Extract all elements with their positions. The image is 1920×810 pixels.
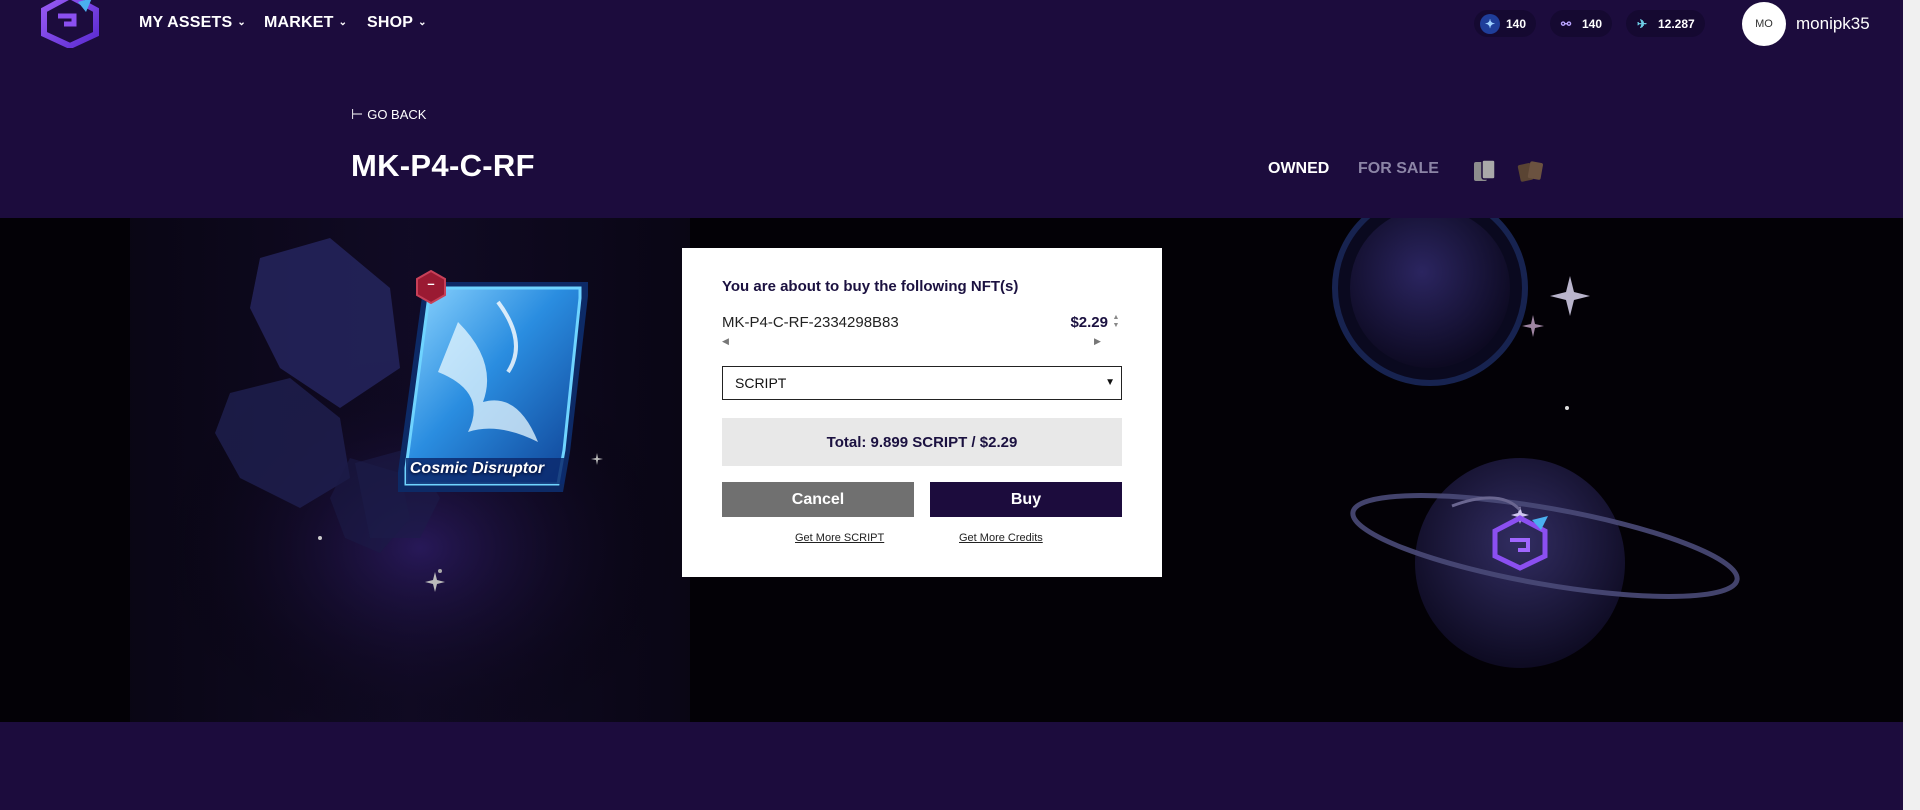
page-title: MK-P4-C-RF xyxy=(351,148,535,183)
total-summary: Total: 9.899 SCRIPT / $2.29 xyxy=(722,418,1122,466)
nft-card-name: Cosmic Disruptor xyxy=(409,460,545,477)
binoculars-icon: ⚯ xyxy=(1560,16,1572,31)
chevron-down-icon: ⌄ xyxy=(418,16,427,28)
scroll-right-icon[interactable]: ▶ xyxy=(1094,336,1101,347)
cards-view-icon[interactable] xyxy=(1470,158,1500,184)
currency-selected-value: SCRIPT xyxy=(735,375,787,391)
go-back-link[interactable]: ⊢ GO BACK xyxy=(351,106,426,123)
chevron-down-icon: ▼ xyxy=(1105,377,1115,388)
page-scrollbar[interactable] xyxy=(1903,0,1920,810)
scroll-left-icon[interactable]: ◀ xyxy=(722,336,729,347)
tab-for-sale[interactable]: FOR SALE xyxy=(1358,160,1439,178)
binoculars-value: 140 xyxy=(1582,16,1603,31)
nft-item-price: $2.29 xyxy=(1070,314,1108,331)
page-footer-area xyxy=(0,722,1903,810)
binoculars-balance[interactable]: ⚯ 140 xyxy=(1550,10,1613,37)
ticket-icon: ✈ xyxy=(1636,16,1648,31)
go-back-label: GO BACK xyxy=(367,107,427,122)
back-arrow-icon: ⊢ xyxy=(351,106,364,122)
cancel-button[interactable]: Cancel xyxy=(722,482,914,517)
energy-icon: ✦ xyxy=(1480,13,1500,34)
nft-item-row: MK-P4-C-RF-2334298B83 $2.29 ▲ ▼ xyxy=(722,314,1122,332)
nav-shop-label: SHOP xyxy=(367,14,414,31)
username[interactable]: monipk35 xyxy=(1796,14,1870,34)
nav-market-label: MARKET xyxy=(264,14,334,31)
nft-item-name: MK-P4-C-RF-2334298B83 xyxy=(722,314,899,331)
buy-button[interactable]: Buy xyxy=(930,482,1122,517)
chevron-down-icon: ⌄ xyxy=(237,16,246,28)
nav-market[interactable]: MARKET ⌄ xyxy=(264,14,347,32)
tab-owned[interactable]: OWNED xyxy=(1268,160,1329,178)
nav-my-assets-label: MY ASSETS xyxy=(139,14,233,31)
chevron-down-icon: ⌄ xyxy=(338,16,348,28)
energy-value: 140 xyxy=(1506,16,1527,31)
get-more-credits-link[interactable]: Get More Credits xyxy=(959,532,1043,544)
ticket-balance[interactable]: ✈ 12.287 xyxy=(1626,10,1705,37)
energy-balance[interactable]: ✦ 140 xyxy=(1474,10,1537,37)
get-more-script-link[interactable]: Get More SCRIPT xyxy=(795,532,884,544)
app-logo[interactable] xyxy=(34,0,106,48)
avatar[interactable]: MO xyxy=(1742,2,1786,46)
scroll-arrows-icon[interactable]: ▲ ▼ xyxy=(1111,314,1121,332)
ticket-value: 12.287 xyxy=(1658,16,1695,31)
nav-my-assets[interactable]: MY ASSETS ⌄ xyxy=(139,14,246,32)
purchase-modal: You are about to buy the following NFT(s… xyxy=(682,248,1162,577)
nav-shop[interactable]: SHOP ⌄ xyxy=(367,14,427,32)
currency-select[interactable]: SCRIPT ▼ xyxy=(722,366,1122,400)
rarity-badge-text: – xyxy=(427,276,435,291)
modal-heading: You are about to buy the following NFT(s… xyxy=(722,278,1019,295)
packs-view-icon[interactable] xyxy=(1516,158,1546,184)
top-navbar: MY ASSETS ⌄ MARKET ⌄ SHOP ⌄ ✦ 140 ⚯ 140 … xyxy=(0,0,1903,50)
